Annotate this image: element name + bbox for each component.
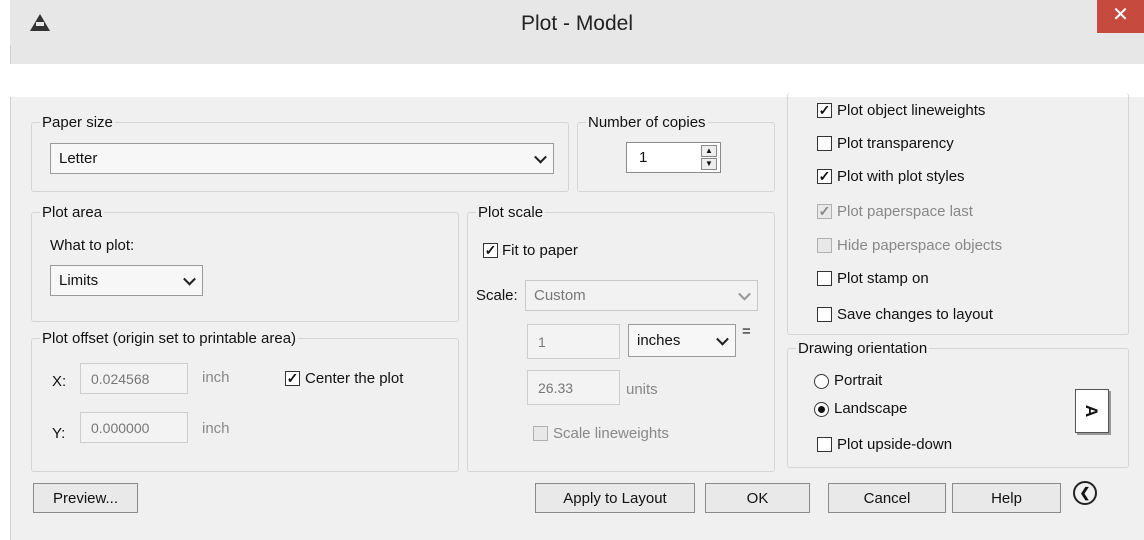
- preview-button[interactable]: Preview...: [33, 483, 138, 513]
- title-strip: [10, 45, 1144, 64]
- scale-select[interactable]: Custom: [525, 280, 758, 311]
- scale-unit-select[interactable]: inches: [628, 324, 736, 357]
- what-to-plot-label: What to plot:: [50, 237, 135, 254]
- plot-option-checkbox[interactable]: [817, 271, 832, 286]
- what-to-plot-value: Limits: [59, 272, 99, 289]
- scale-value: Custom: [534, 287, 586, 304]
- fit-to-paper-checkbox[interactable]: ✓: [483, 243, 498, 258]
- plot-option-checkbox[interactable]: [817, 307, 832, 322]
- scale-lineweights-label: Scale lineweights: [553, 425, 669, 442]
- landscape-radio[interactable]: [814, 402, 829, 417]
- plot-scale-legend: Plot scale: [478, 204, 544, 221]
- paper-size-legend: Paper size: [42, 114, 113, 131]
- fit-to-paper-label: Fit to paper: [502, 242, 578, 259]
- chevron-down-icon: [183, 272, 196, 286]
- plot-option-checkbox[interactable]: [817, 136, 832, 151]
- upside-down-label: Plot upside-down: [837, 436, 953, 453]
- center-plot-label: Center the plot: [305, 370, 404, 387]
- scale-unit-value: inches: [637, 332, 681, 349]
- ok-button[interactable]: OK: [705, 483, 810, 513]
- plot-option-label: Plot object lineweights: [837, 102, 986, 119]
- plot-offset-group: Plot offset (origin set to printable are…: [31, 330, 459, 472]
- plot-offset-legend: Plot offset (origin set to printable are…: [42, 330, 297, 347]
- plot-option-label: Save changes to layout: [837, 306, 993, 323]
- help-button[interactable]: Help: [952, 483, 1061, 513]
- plot-option-checkbox[interactable]: [817, 238, 832, 253]
- y-offset-label: Y:: [52, 425, 66, 442]
- paper-size-select[interactable]: Letter: [50, 143, 554, 174]
- copies-stepper[interactable]: 1 ▲ ▼: [626, 142, 721, 173]
- plot-area-legend: Plot area: [42, 204, 103, 221]
- portrait-radio[interactable]: [814, 374, 829, 389]
- plot-option-checkbox[interactable]: ✓: [817, 204, 832, 219]
- center-plot-checkbox[interactable]: ✓: [285, 371, 300, 386]
- plot-option-checkbox[interactable]: ✓: [817, 169, 832, 184]
- plot-option-label: Plot stamp on: [837, 270, 929, 287]
- chevron-down-icon: [716, 332, 729, 346]
- paper-size-value: Letter: [59, 150, 98, 167]
- what-to-plot-select[interactable]: Limits: [50, 265, 203, 296]
- copies-legend: Number of copies: [588, 114, 706, 131]
- plot-option-checkbox[interactable]: ✓: [817, 103, 832, 118]
- chevron-down-icon: [534, 150, 547, 164]
- x-offset-label: X:: [52, 373, 67, 390]
- equals-sign: =: [742, 323, 751, 340]
- apply-to-layout-button[interactable]: Apply to Layout: [535, 483, 695, 513]
- y-offset-unit: inch: [202, 420, 230, 437]
- upside-down-checkbox[interactable]: [817, 437, 832, 452]
- scale-label: Scale:: [476, 287, 518, 304]
- chevron-down-icon: [738, 287, 751, 301]
- plot-option-label: Plot paperspace last: [837, 203, 973, 220]
- portrait-label: Portrait: [834, 372, 883, 389]
- plot-option-label: Plot transparency: [837, 135, 954, 152]
- copies-value: 1: [639, 149, 648, 166]
- x-offset-field[interactable]: 0.024568: [80, 363, 188, 394]
- spin-up-icon[interactable]: ▲: [701, 145, 717, 157]
- plot-area-group: Plot area: [31, 204, 459, 322]
- spin-down-icon[interactable]: ▼: [701, 158, 717, 170]
- scale-lineweights-checkbox[interactable]: [533, 426, 548, 441]
- collapse-arrow-icon: ❮: [1079, 485, 1091, 500]
- plot-option-label: Hide paperspace objects: [837, 237, 1003, 254]
- window-title: Plot - Model: [520, 12, 634, 35]
- landscape-preview-icon: A: [1075, 389, 1109, 433]
- plot-dialog-body: Paper size Letter Number of copies 1 ▲ ▼…: [10, 93, 1144, 540]
- collapse-options-button[interactable]: ❮: [1073, 481, 1097, 505]
- x-offset-unit: inch: [202, 369, 230, 386]
- plot-option-label: Plot with plot styles: [837, 168, 965, 185]
- scale-value1-field[interactable]: 1: [527, 324, 620, 359]
- y-offset-field[interactable]: 0.000000: [80, 412, 188, 443]
- scale-value2-field[interactable]: 26.33: [527, 370, 620, 405]
- close-button[interactable]: ✕: [1097, 0, 1144, 33]
- orientation-legend: Drawing orientation: [798, 340, 928, 357]
- units-label: units: [626, 381, 658, 398]
- cancel-button[interactable]: Cancel: [828, 483, 946, 513]
- landscape-label: Landscape: [834, 400, 908, 417]
- title-bar: Plot - Model ✕: [10, 0, 1144, 46]
